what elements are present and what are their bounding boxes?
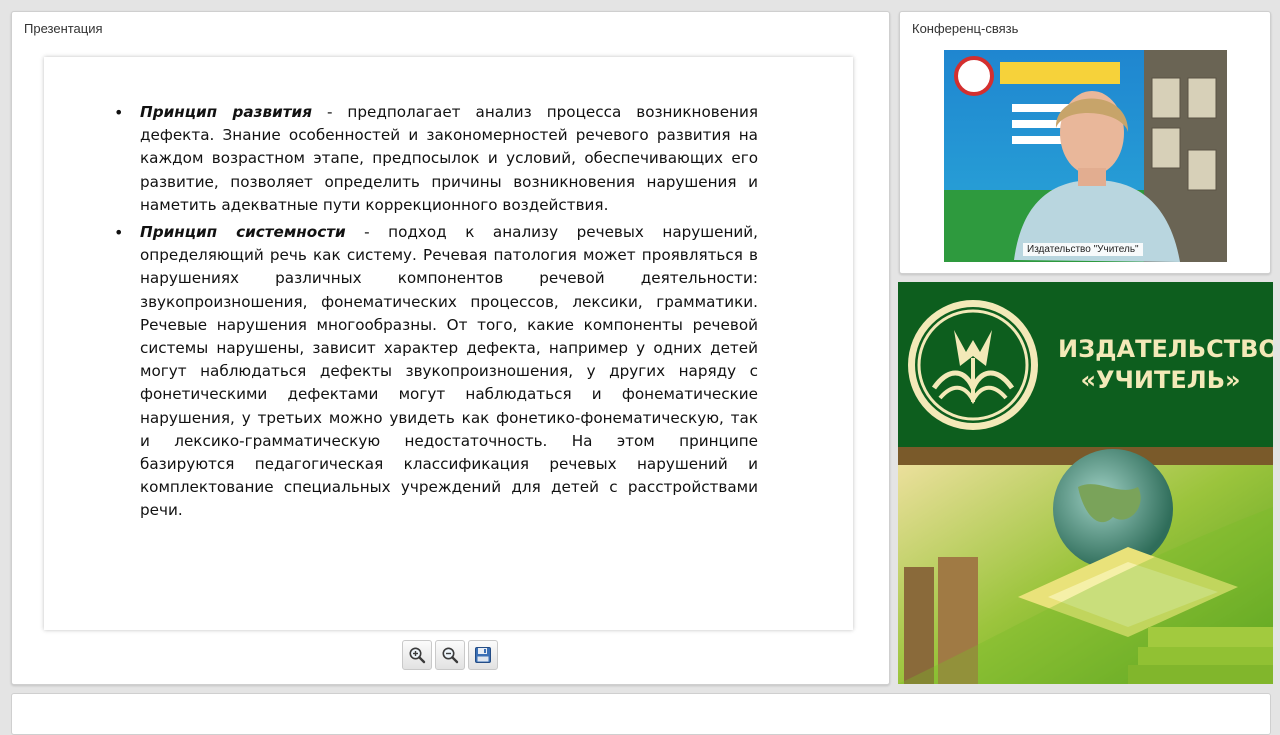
video-frame-illustration (944, 50, 1227, 262)
publisher-name-line1: ИЗДАТЕЛЬСТВО (1058, 335, 1273, 363)
zoom-out-icon (442, 647, 459, 664)
publisher-banner: ИЗДАТЕЛЬСТВО «УЧИТЕЛЬ» (898, 282, 1273, 684)
video-feed[interactable]: Издательство "Учитель" (944, 50, 1227, 262)
presentation-panel: Презентация Принцип развития - предполаг… (11, 11, 890, 685)
save-button[interactable] (468, 640, 498, 670)
books-and-globe-illustration (898, 447, 1273, 684)
banner-header: ИЗДАТЕЛЬСТВО «УЧИТЕЛЬ» (898, 282, 1273, 447)
conference-panel: Конференц-связь Издательство "Учитель" (899, 11, 1271, 274)
conference-title: Конференц-связь (912, 21, 1019, 36)
bottom-panel (11, 693, 1271, 735)
banner-books-illustration (898, 447, 1273, 684)
publisher-logo-icon (908, 300, 1038, 430)
floppy-disk-icon (475, 647, 491, 663)
zoom-in-icon (409, 647, 426, 664)
publisher-name: ИЗДАТЕЛЬСТВО «УЧИТЕЛЬ» (1058, 334, 1273, 396)
presentation-title: Презентация (24, 21, 103, 36)
bullet-term: Принцип развития (140, 103, 312, 121)
video-speaker-label: Издательство "Учитель" (1023, 243, 1143, 256)
bullet-system-principle: Принцип системности - подход к анализу р… (114, 221, 758, 523)
bullet-term: Принцип системности (140, 223, 346, 242)
zoom-out-button[interactable] (435, 640, 465, 670)
slide-bullet-list: Принцип развития - предполагает анализ п… (114, 101, 758, 527)
presentation-toolbar (402, 640, 498, 670)
bullet-development-principle: Принцип развития - предполагает анализ п… (114, 101, 758, 217)
publisher-name-line2: «УЧИТЕЛЬ» (1080, 366, 1241, 394)
slide: Принцип развития - предполагает анализ п… (44, 57, 853, 630)
zoom-in-button[interactable] (402, 640, 432, 670)
bullet-text: - подход к анализу речевых нарушений, оп… (140, 223, 758, 520)
